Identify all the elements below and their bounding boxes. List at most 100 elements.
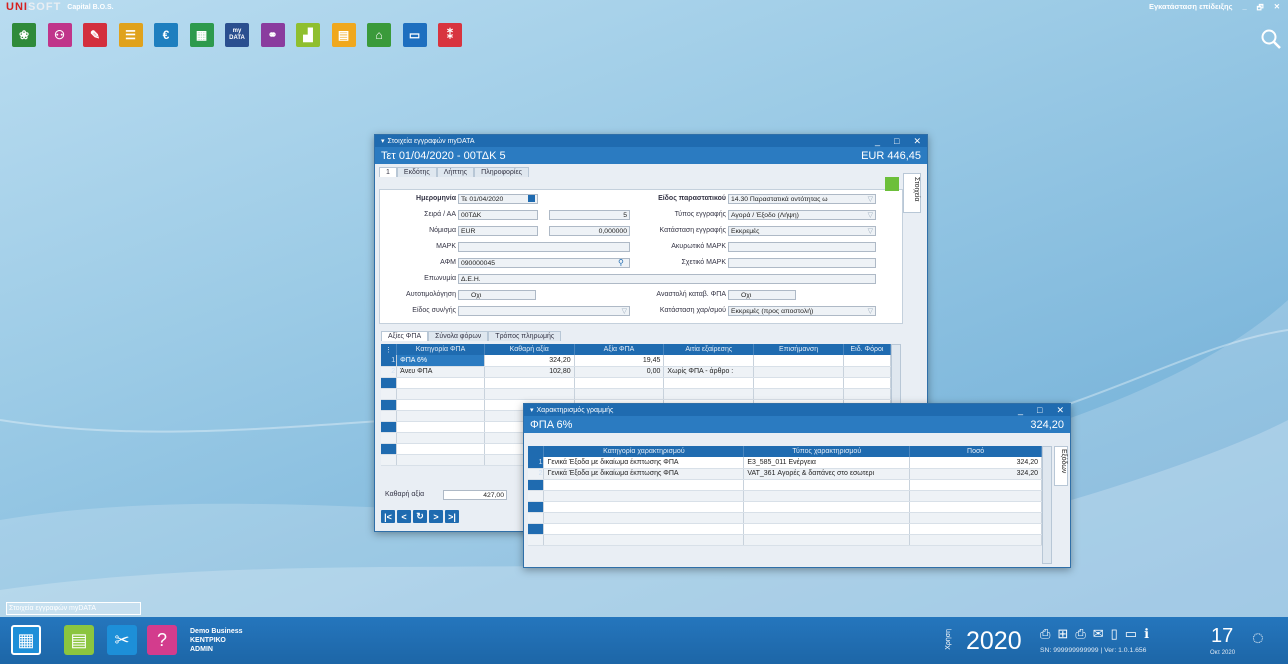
tray-icons: ⎙ ⊞ ⎙ ✉ ▯ ▭ ℹ bbox=[1040, 626, 1149, 642]
last-record-button[interactable]: >| bbox=[445, 510, 459, 523]
grid-scrollbar[interactable] bbox=[1042, 446, 1052, 564]
table-row bbox=[528, 490, 1042, 502]
side-tab-details[interactable]: Στοιχεία bbox=[903, 173, 921, 213]
close-button[interactable]: ✕ bbox=[913, 135, 921, 147]
doctype-dropdown[interactable]: 14.30 Παραστατικά οντότητας ω bbox=[728, 194, 876, 204]
selfinvoice-field[interactable]: Οχι bbox=[458, 290, 536, 300]
col-net-value[interactable]: Καθαρή αξία bbox=[484, 344, 575, 355]
unisoft-logo: UNISOFT bbox=[6, 1, 62, 13]
col-special-taxes[interactable]: Ειδ. Φόροι bbox=[843, 344, 892, 355]
app-4-icon[interactable]: ☰ bbox=[118, 23, 143, 47]
currency-field[interactable]: EUR bbox=[458, 226, 538, 236]
side-tab-expenses[interactable]: Εξόδων bbox=[1054, 446, 1068, 486]
minimize-button[interactable]: _ bbox=[875, 135, 880, 147]
recstate-dropdown[interactable]: Εκκρεμές bbox=[728, 226, 876, 236]
window-icon[interactable]: ▭ bbox=[1125, 626, 1137, 642]
help-icon[interactable]: ? bbox=[147, 625, 177, 655]
app-5-icon[interactable]: € bbox=[154, 23, 178, 47]
rate-field[interactable]: 0,000000 bbox=[549, 226, 630, 236]
calculator-icon[interactable]: ▤ bbox=[64, 625, 94, 655]
mark-field[interactable] bbox=[458, 242, 630, 252]
tab-payment-method[interactable]: Τρόπος πληρωμής bbox=[488, 331, 562, 341]
app-9-icon[interactable]: ▟ bbox=[296, 23, 320, 47]
refresh-button[interactable]: ↻ bbox=[413, 510, 427, 523]
table-row bbox=[528, 512, 1042, 524]
close-button[interactable]: ✕ bbox=[1056, 404, 1064, 416]
print-icon[interactable]: ⎙ bbox=[1075, 626, 1085, 642]
tab-recipient[interactable]: Λήπτης bbox=[436, 167, 475, 177]
calendar-icon[interactable] bbox=[528, 195, 535, 202]
search-icon[interactable]: ⚲ bbox=[618, 258, 624, 267]
col-char-type[interactable]: Τύπος χαρακτηρισμού bbox=[743, 446, 911, 457]
prev-record-button[interactable]: < bbox=[397, 510, 411, 523]
close-button[interactable]: ✕ bbox=[1274, 2, 1280, 15]
app-10-icon[interactable]: ▤ bbox=[331, 23, 356, 47]
table-row bbox=[528, 479, 1042, 491]
tab-tax-totals[interactable]: Σύνολα φόρων bbox=[428, 331, 489, 341]
dashboard-icon[interactable]: ▦ bbox=[11, 625, 41, 655]
charstate-dropdown[interactable]: Εκκρεμές (προς αποστολή) bbox=[728, 306, 876, 316]
vatsusp-label: Αναστολή καταβ. ΦΠΑ bbox=[656, 291, 726, 298]
name-field[interactable]: Δ.Ε.Η. bbox=[458, 274, 876, 284]
search-icon[interactable] bbox=[1260, 28, 1282, 50]
table-row[interactable]: 1 Γενικά Έξοδα με δικαίωμα έκπτωσης ΦΠΑ … bbox=[528, 457, 1042, 469]
minimize-button[interactable]: _ bbox=[1018, 404, 1023, 416]
charstate-label: Κατάσταση χαρ/σμού bbox=[659, 307, 726, 314]
app-6-icon[interactable]: ▦ bbox=[189, 23, 214, 47]
date-field[interactable]: Τε 01/04/2020 bbox=[458, 194, 538, 204]
afm-field[interactable]: 090000045 bbox=[458, 258, 630, 268]
relmark-field[interactable] bbox=[728, 258, 876, 268]
col-remark[interactable]: Επισήμανση bbox=[753, 344, 844, 355]
app-3-icon[interactable]: ✎ bbox=[83, 23, 107, 47]
app-7-icon[interactable]: my DATA bbox=[225, 23, 249, 47]
aa-field[interactable]: 5 bbox=[549, 210, 630, 220]
date-month: Οκτ 2020 bbox=[1210, 650, 1236, 656]
first-record-button[interactable]: |< bbox=[381, 510, 395, 523]
grid-menu-icon[interactable]: ⋮ bbox=[381, 344, 398, 355]
tab-vat-values[interactable]: Αξίες ΦΠΑ bbox=[381, 331, 429, 341]
tools-icon[interactable]: ✂ bbox=[107, 625, 137, 655]
document-icon[interactable]: ▯ bbox=[1111, 626, 1118, 642]
document-total: EUR 446,45 bbox=[861, 149, 921, 162]
app-13-icon[interactable]: ⁑ bbox=[438, 23, 462, 47]
document-title: Τετ 01/04/2020 - 00ΤΔΚ 5 bbox=[381, 149, 506, 162]
tab-issuer[interactable]: Εκδότης bbox=[396, 167, 437, 177]
fiscal-year-label: Χρήση bbox=[945, 629, 952, 650]
col-amount[interactable]: Ποσό bbox=[909, 446, 1042, 457]
app-8-icon[interactable]: ⚭ bbox=[260, 23, 285, 47]
app-2-icon[interactable]: ⚇ bbox=[47, 23, 72, 47]
cancelmark-field[interactable] bbox=[728, 242, 876, 252]
rectype-dropdown[interactable]: Αγορά / Έξοδο (Λήψη) bbox=[728, 210, 876, 220]
fiscal-year[interactable]: 2020 bbox=[966, 627, 1022, 656]
printer-icon[interactable]: ⎙ bbox=[1040, 626, 1050, 642]
col-exemption-reason[interactable]: Αιτία εξαίρεσης bbox=[663, 344, 755, 355]
table-row bbox=[528, 523, 1042, 535]
maximize-button[interactable]: □ bbox=[894, 135, 899, 147]
table-row[interactable]: 1 ΦΠΑ 6% 324,20 19,45 bbox=[381, 355, 892, 367]
minimize-button[interactable]: _ bbox=[1242, 2, 1246, 15]
app-12-icon[interactable]: ▭ bbox=[402, 23, 427, 47]
bottom-bar: ▦ ▤ ✂ ? Demo Business ΚΕΝΤΡΙΚΟ ADMIN Χρή… bbox=[0, 617, 1288, 664]
col-vat-category[interactable]: Κατηγορία ΦΠΑ bbox=[396, 344, 485, 355]
app-1-icon[interactable]: ❀ bbox=[12, 23, 36, 47]
copy-icon[interactable] bbox=[885, 177, 899, 191]
date-day: 17 bbox=[1211, 625, 1234, 647]
tab-info[interactable]: Πληροφορίες bbox=[474, 167, 529, 177]
kind-dropdown[interactable] bbox=[458, 306, 630, 316]
app-11-icon[interactable]: ⌂ bbox=[367, 23, 391, 47]
restore-button[interactable]: 🗗 bbox=[1257, 2, 1264, 15]
tab-1[interactable]: 1 bbox=[379, 167, 397, 177]
vatsusp-field[interactable]: Οχι bbox=[728, 290, 796, 300]
selfinvoice-label: Αυτοτιμολόγηση bbox=[406, 291, 456, 298]
maximize-button[interactable]: □ bbox=[1037, 404, 1042, 416]
mail-icon[interactable]: ✉ bbox=[1093, 626, 1104, 642]
col-char-category[interactable]: Κατηγορία χαρακτηρισμού bbox=[543, 446, 745, 457]
series-field[interactable]: 00ΤΔΚ bbox=[458, 210, 538, 220]
info-icon[interactable]: ℹ bbox=[1144, 626, 1149, 642]
next-record-button[interactable]: > bbox=[429, 510, 443, 523]
clock-icon: ◌ bbox=[1252, 627, 1264, 649]
table-row[interactable]: 2 Γενικά Έξοδα με δικαίωμα έκπτωσης ΦΠΑ … bbox=[528, 468, 1042, 480]
col-vat-value[interactable]: Αξία ΦΠΑ bbox=[574, 344, 665, 355]
grid-icon[interactable]: ⊞ bbox=[1057, 626, 1068, 642]
table-row[interactable]: 2 Άνευ ΦΠΑ 102,80 0,00 Χωρίς ΦΠΑ - άρθρο… bbox=[381, 366, 892, 378]
